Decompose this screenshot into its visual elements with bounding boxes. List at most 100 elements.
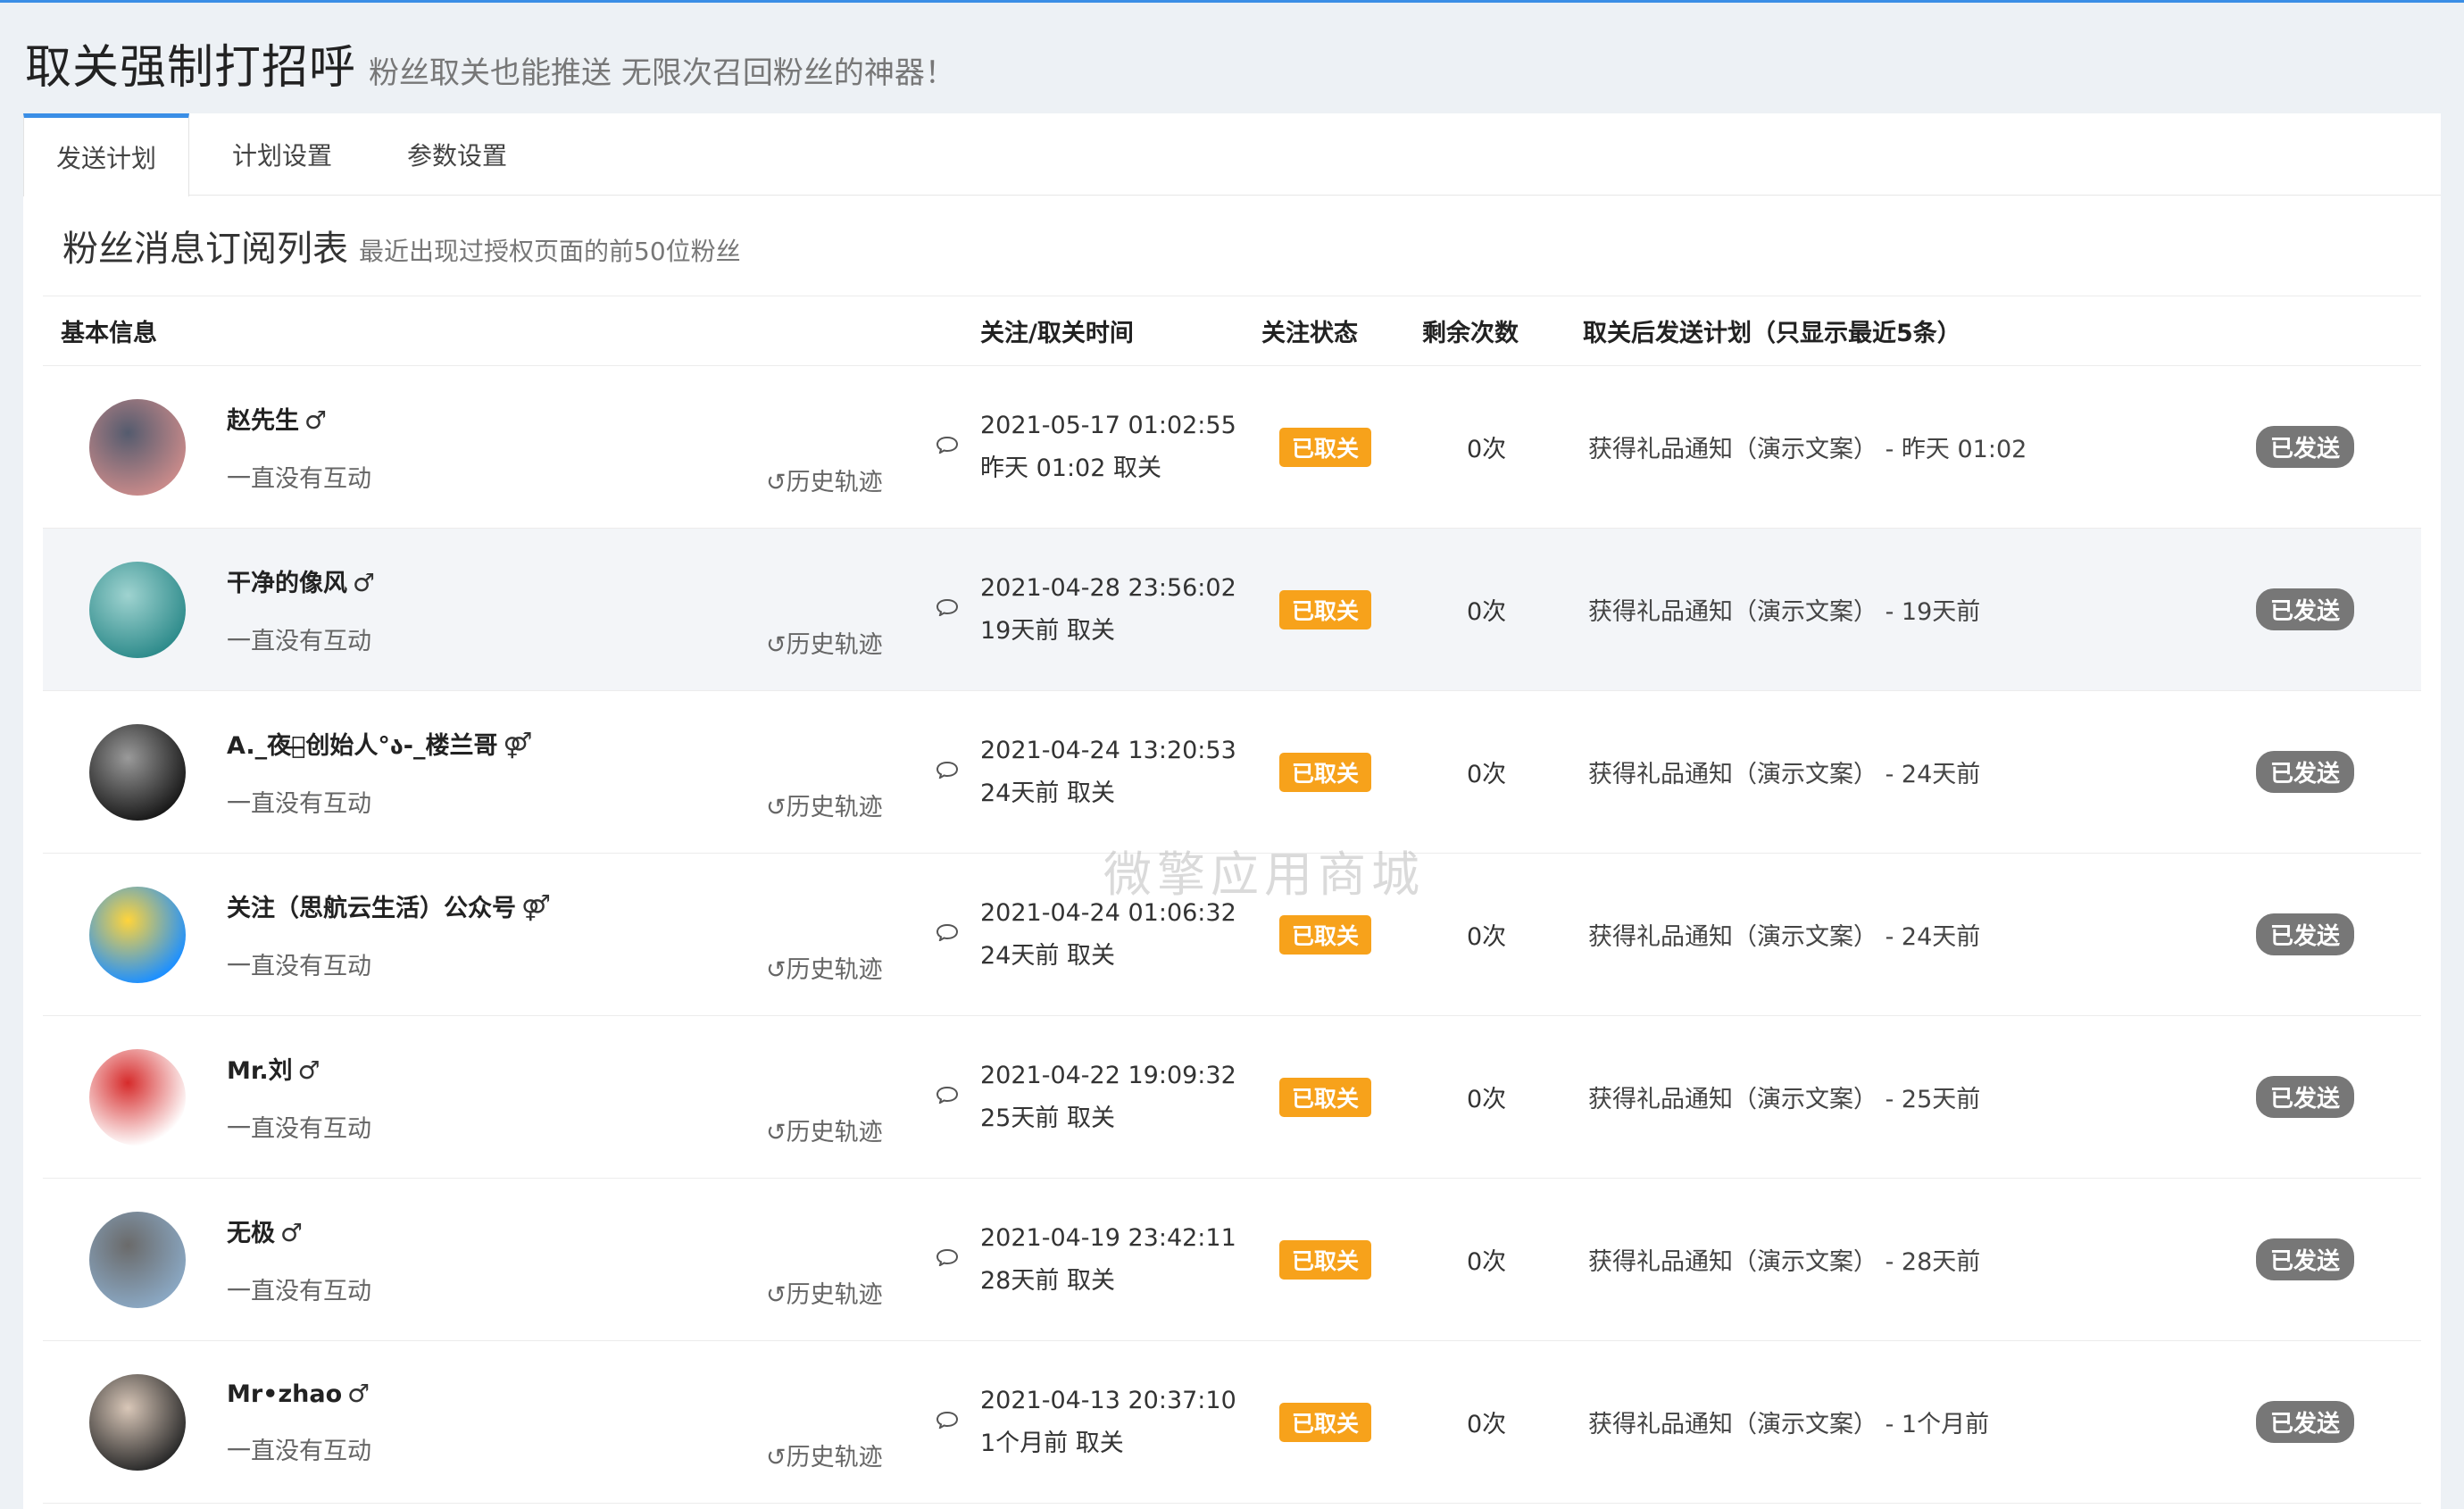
cell-plan: 获得礼品通知（演示文案） - 1个月前 已发送 [1583, 1401, 2421, 1443]
history-link[interactable]: ↺历史轨迹 [766, 788, 883, 822]
cell-plan: 获得礼品通知（演示文案） - 28天前 已发送 [1583, 1238, 2421, 1280]
plan-text: 获得礼品通知（演示文案） - 24天前 [1588, 761, 1981, 788]
unfollow-time: 28天前 取关 [980, 1266, 1115, 1295]
cell-status: 已取关 [1261, 1077, 1422, 1117]
history-link[interactable]: ↺历史轨迹 [766, 1275, 883, 1310]
cell-count: 0次 [1422, 429, 1583, 464]
cell-status: 已取关 [1261, 1239, 1422, 1280]
history-link[interactable]: ↺历史轨迹 [766, 950, 883, 985]
cell-status: 已取关 [1261, 914, 1422, 955]
status-badge: 已取关 [1279, 752, 1372, 792]
fan-nickname: Mr.刘 ♂ [227, 1055, 320, 1085]
sent-badge: 已发送 [2256, 751, 2355, 793]
table-row: 无极 ♂ 一直没有互动 ↺历史轨迹 2021-04-19 23:42:11 28天… [43, 1179, 2421, 1341]
sent-badge: 已发送 [2256, 1076, 2355, 1118]
table-row: 关注（思航云生活）公众号 ⚤ 一直没有互动 ↺历史轨迹 2021-04-24 01… [43, 854, 2421, 1016]
history-link[interactable]: ↺历史轨迹 [766, 463, 883, 497]
follow-time: 2021-04-24 13:20:53 [980, 736, 1236, 764]
history-icon: ↺ [766, 1280, 787, 1309]
cell-time: 2021-04-19 23:42:11 28天前 取关 [980, 1224, 1261, 1296]
cell-basic-info: Mr•zhao ♂ 一直没有互动 ↺历史轨迹 [43, 1341, 980, 1504]
table-row: 干净的像风 ♂ 一直没有互动 ↺历史轨迹 2021-04-28 23:56:02 … [43, 529, 2421, 691]
fans-table: 基本信息 关注/取关时间 关注状态 剩余次数 取关后发送计划（只显示最近5条） … [43, 296, 2421, 1504]
main-card: 发送计划 计划设置 参数设置 粉丝消息订阅列表 最近出现过授权页面的前50位粉丝… [23, 113, 2441, 1509]
cell-plan: 获得礼品通知（演示文案） - 24天前 已发送 [1583, 913, 2421, 955]
page-header: 取关强制打招呼 粉丝取关也能推送 无限次召回粉丝的神器！ [0, 3, 2464, 113]
fan-nickname: 赵先生 ♂ [227, 404, 328, 435]
remaining-count: 0次 [1467, 1248, 1507, 1276]
history-link[interactable]: ↺历史轨迹 [766, 1113, 883, 1147]
status-badge: 已取关 [1279, 1402, 1372, 1442]
sent-badge: 已发送 [2256, 1238, 2355, 1280]
tab-send-plan[interactable]: 发送计划 [23, 113, 190, 196]
cell-count: 0次 [1422, 1242, 1583, 1277]
chat-icon[interactable] [936, 436, 959, 454]
section-title: 粉丝消息订阅列表 [62, 229, 348, 270]
unfollow-time: 1个月前 取关 [980, 1429, 1124, 1457]
gender-icon: ⚤ [503, 729, 533, 760]
sent-badge: 已发送 [2256, 1401, 2355, 1443]
col-count: 剩余次数 [1422, 320, 1519, 347]
gender-icon: ♂ [304, 404, 328, 435]
remaining-count: 0次 [1467, 1411, 1507, 1438]
gender-icon: ♂ [353, 567, 376, 597]
avatar [89, 1211, 186, 1308]
tab-plan-settings[interactable]: 计划设置 [200, 113, 364, 196]
chat-icon[interactable] [936, 1086, 959, 1104]
avatar [89, 886, 186, 983]
cell-status: 已取关 [1261, 1402, 1422, 1442]
history-icon: ↺ [766, 955, 787, 984]
cell-time: 2021-05-17 01:02:55 昨天 01:02 取关 [980, 412, 1261, 483]
cell-time: 2021-04-28 23:56:02 19天前 取关 [980, 574, 1261, 646]
status-badge: 已取关 [1279, 589, 1372, 629]
history-icon: ↺ [766, 630, 787, 659]
col-basic-info: 基本信息 [61, 320, 157, 347]
interaction-text: 一直没有互动 [227, 627, 371, 655]
cell-count: 0次 [1422, 592, 1583, 627]
table-row: A._夜色̶创始人°ა-_楼兰哥 ⚤ 一直没有互动 ↺历史轨迹 2021-04-2… [43, 691, 2421, 854]
unfollow-time: 24天前 取关 [980, 779, 1115, 807]
plan-text: 获得礼品通知（演示文案） - 24天前 [1588, 923, 1981, 951]
chat-icon[interactable] [936, 761, 959, 779]
tab-param-settings[interactable]: 参数设置 [375, 113, 539, 196]
fan-nickname: 无极 ♂ [227, 1217, 304, 1247]
cell-plan: 获得礼品通知（演示文案） - 24天前 已发送 [1583, 751, 2421, 793]
chat-icon[interactable] [936, 1411, 959, 1429]
status-badge: 已取关 [1279, 427, 1372, 467]
chat-icon[interactable] [936, 598, 959, 616]
cell-basic-info: 干净的像风 ♂ 一直没有互动 ↺历史轨迹 [43, 529, 980, 691]
remaining-count: 0次 [1467, 598, 1507, 626]
follow-time: 2021-04-22 19:09:32 [980, 1061, 1236, 1089]
avatar [89, 1048, 186, 1146]
history-link[interactable]: ↺历史轨迹 [766, 625, 883, 660]
avatar [89, 1373, 186, 1471]
cell-time: 2021-04-24 01:06:32 24天前 取关 [980, 899, 1261, 971]
table-row: 赵先生 ♂ 一直没有互动 ↺历史轨迹 2021-05-17 01:02:55 昨天… [43, 366, 2421, 529]
avatar [89, 561, 186, 658]
chat-icon[interactable] [936, 1248, 959, 1266]
interaction-text: 一直没有互动 [227, 1277, 371, 1305]
interaction-text: 一直没有互动 [227, 952, 371, 980]
gender-icon: ♂ [280, 1217, 304, 1247]
plan-text: 获得礼品通知（演示文案） - 28天前 [1588, 1248, 1981, 1276]
cell-status: 已取关 [1261, 427, 1422, 467]
avatar [89, 723, 186, 821]
follow-time: 2021-05-17 01:02:55 [980, 411, 1236, 439]
cell-status: 已取关 [1261, 752, 1422, 792]
history-link[interactable]: ↺历史轨迹 [766, 1438, 883, 1472]
follow-time: 2021-04-19 23:42:11 [980, 1223, 1236, 1252]
table-row: Mr•zhao ♂ 一直没有互动 ↺历史轨迹 2021-04-13 20:37:1… [43, 1341, 2421, 1504]
remaining-count: 0次 [1467, 436, 1507, 463]
gender-icon: ♂ [347, 1378, 370, 1408]
cell-basic-info: 关注（思航云生活）公众号 ⚤ 一直没有互动 ↺历史轨迹 [43, 854, 980, 1016]
col-status: 关注状态 [1261, 320, 1358, 347]
remaining-count: 0次 [1467, 923, 1507, 951]
remaining-count: 0次 [1467, 761, 1507, 788]
follow-time: 2021-04-28 23:56:02 [980, 573, 1236, 602]
history-icon: ↺ [766, 1118, 787, 1146]
table-header: 基本信息 关注/取关时间 关注状态 剩余次数 取关后发送计划（只显示最近5条） [43, 296, 2421, 366]
cell-status: 已取关 [1261, 589, 1422, 629]
cell-basic-info: A._夜色̶创始人°ა-_楼兰哥 ⚤ 一直没有互动 ↺历史轨迹 [43, 691, 980, 854]
chat-icon[interactable] [936, 923, 959, 941]
unfollow-time: 昨天 01:02 取关 [980, 454, 1161, 482]
